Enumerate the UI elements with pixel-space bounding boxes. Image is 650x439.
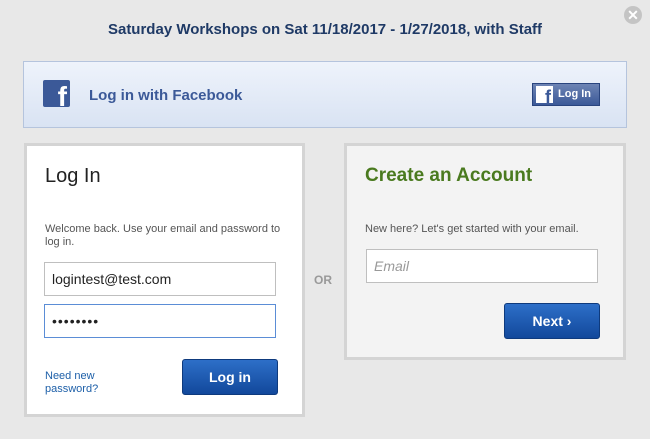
login-panel: Log In Welcome back. Use your email and … (24, 143, 305, 417)
signup-email-input[interactable] (366, 249, 598, 283)
facebook-icon: f (43, 80, 70, 107)
password-field[interactable] (44, 304, 276, 338)
email-field[interactable] (44, 262, 276, 296)
or-separator: OR (314, 273, 332, 287)
dialog-title: Saturday Workshops on Sat 11/18/2017 - 1… (107, 21, 543, 38)
forgot-password-link[interactable]: Need new password? (45, 370, 135, 396)
login-button[interactable]: Log in (182, 359, 278, 395)
login-heading: Log In (45, 165, 101, 187)
facebook-login-label: Log in with Facebook (89, 87, 243, 104)
facebook-login-button[interactable]: f Log In (532, 83, 600, 106)
facebook-login-bar[interactable]: f Log in with Facebook f Log In (23, 61, 627, 128)
login-description: Welcome back. Use your email and passwor… (45, 223, 281, 248)
facebook-small-icon: f (536, 86, 553, 103)
close-icon[interactable]: ✕ (624, 6, 642, 24)
next-button[interactable]: Next › (504, 303, 600, 339)
create-account-heading: Create an Account (365, 165, 533, 186)
create-account-description: New here? Let's get started with your em… (365, 223, 579, 235)
create-account-panel: Create an Account New here? Let's get st… (344, 143, 626, 360)
facebook-login-button-label: Log In (558, 88, 591, 100)
